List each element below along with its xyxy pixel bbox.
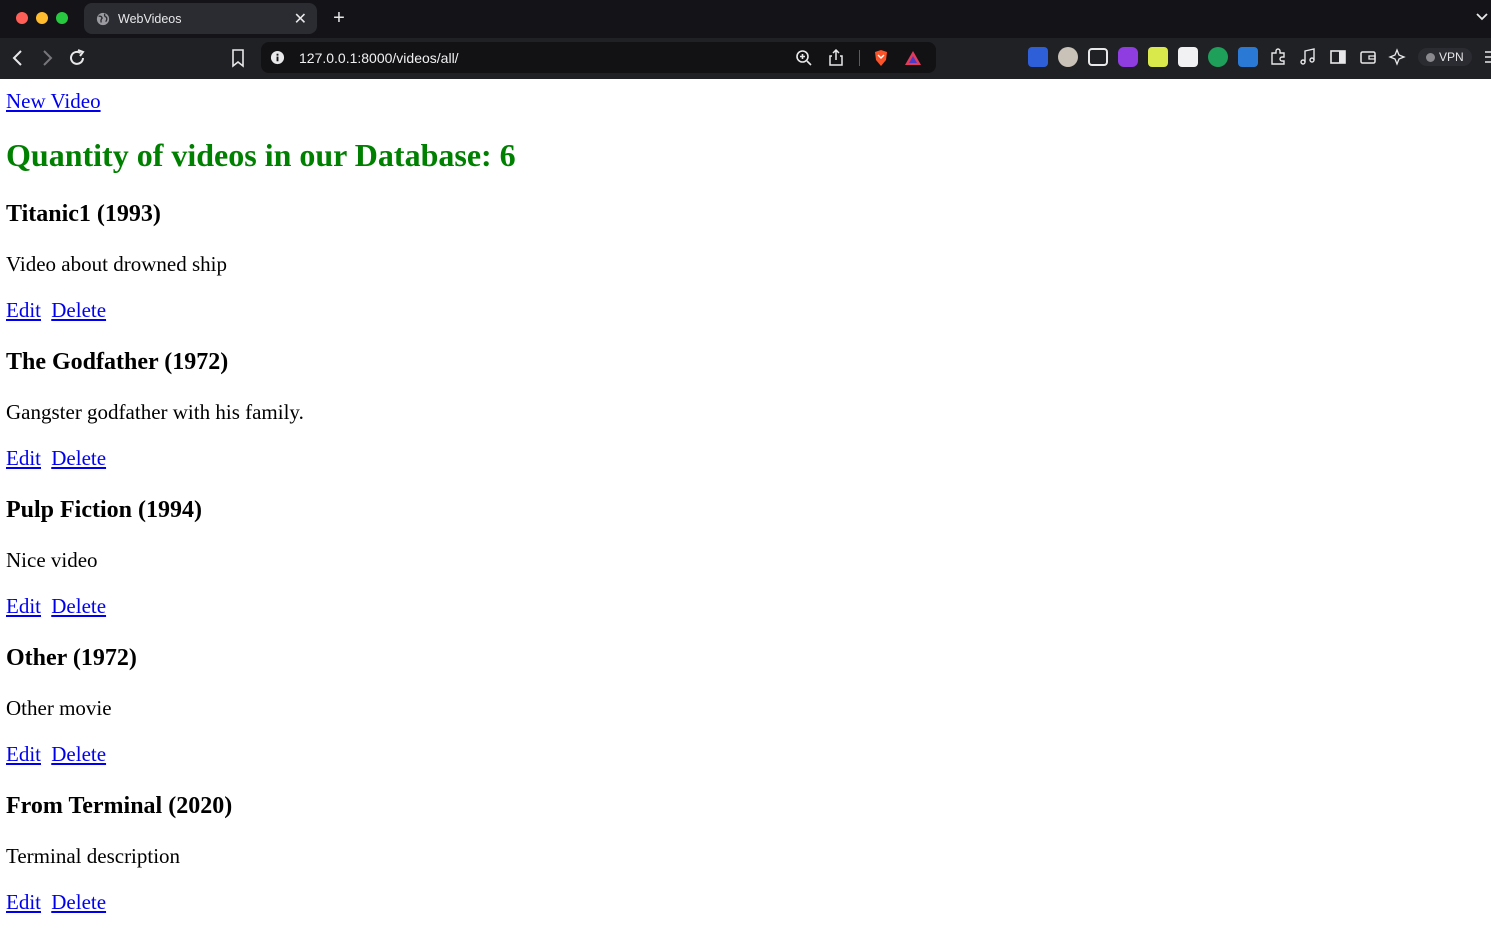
video-description: Terminal description — [6, 844, 181, 869]
new-video-link[interactable]: New Video — [6, 89, 101, 114]
share-icon[interactable] — [827, 48, 845, 67]
bookmark-icon[interactable] — [230, 48, 246, 68]
extension-icon[interactable] — [1028, 47, 1048, 67]
sidebar-icon[interactable] — [1328, 47, 1348, 67]
edit-link[interactable]: Edit — [6, 890, 41, 914]
window-controls — [16, 12, 68, 24]
video-description: Video about drowned ship — [6, 252, 227, 277]
tab-bar: WebVideos ✕ + — [0, 0, 1491, 38]
zoom-icon[interactable] — [795, 49, 813, 67]
extension-icon[interactable] — [1148, 47, 1168, 67]
video-item: Titanic1 (1993) Video about drowned ship… — [6, 200, 1485, 322]
music-note-icon[interactable] — [1298, 47, 1318, 67]
back-icon[interactable] — [8, 48, 28, 68]
video-actions: Edit Delete — [6, 594, 1485, 618]
extension-icon[interactable] — [1208, 47, 1228, 67]
video-description: Other movie — [6, 696, 112, 721]
edit-link[interactable]: Edit — [6, 446, 41, 470]
extension-icon[interactable] — [1118, 47, 1138, 67]
video-actions: Edit Delete — [6, 742, 1485, 766]
video-item: From Terminal (2020) Terminal descriptio… — [6, 792, 1485, 914]
edit-link[interactable]: Edit — [6, 594, 41, 618]
extensions-row: VPN — [1028, 47, 1491, 67]
minimize-window-button[interactable] — [36, 12, 48, 24]
site-info-icon[interactable] — [270, 50, 285, 65]
divider — [859, 49, 860, 66]
delete-link[interactable]: Delete — [51, 742, 106, 766]
delete-link[interactable]: Delete — [51, 298, 106, 322]
video-list: Titanic1 (1993) Video about drowned ship… — [6, 200, 1485, 914]
vpn-button[interactable]: VPN — [1418, 48, 1472, 66]
video-description: Nice video — [6, 548, 98, 573]
extension-icon[interactable] — [1238, 47, 1258, 67]
video-description: Gangster godfather with his family. — [6, 400, 304, 425]
delete-link[interactable]: Delete — [51, 594, 106, 618]
forward-icon[interactable] — [37, 48, 57, 68]
address-bar[interactable]: 127.0.0.1:8000/videos/all/ — [261, 42, 936, 73]
video-item: The Godfather (1972) Gangster godfather … — [6, 348, 1485, 470]
page-content: New Video Quantity of videos in our Data… — [0, 79, 1491, 914]
video-actions: Edit Delete — [6, 890, 1485, 914]
new-tab-button[interactable]: + — [328, 6, 350, 30]
edit-link[interactable]: Edit — [6, 298, 41, 322]
video-title: The Godfather (1972) — [6, 349, 229, 376]
wallet-icon[interactable] — [1358, 47, 1378, 67]
brave-rewards-icon[interactable] — [904, 49, 922, 67]
globe-icon — [96, 12, 110, 25]
close-tab-icon[interactable]: ✕ — [294, 9, 307, 29]
edit-link[interactable]: Edit — [6, 742, 41, 766]
video-count-heading: Quantity of videos in our Database: 6 — [6, 137, 516, 173]
maximize-window-button[interactable] — [56, 12, 68, 24]
delete-link[interactable]: Delete — [51, 890, 106, 914]
leo-ai-icon[interactable] — [1388, 47, 1408, 67]
tab-title: WebVideos — [118, 11, 182, 26]
video-title: Pulp Fiction (1994) — [6, 497, 202, 524]
video-title: From Terminal (2020) — [6, 793, 233, 820]
menu-icon[interactable] — [1482, 47, 1491, 67]
chevron-down-icon[interactable] — [1475, 10, 1489, 24]
video-item: Other (1972) Other movie Edit Delete — [6, 644, 1485, 766]
tab-webvideos[interactable]: WebVideos ✕ — [84, 3, 317, 34]
browser-toolbar: 127.0.0.1:8000/videos/all/ VPN — [0, 38, 1491, 79]
browser-chrome: WebVideos ✕ + 127.0.0.1:8000/videos/all/… — [0, 0, 1491, 79]
puzzle-icon[interactable] — [1268, 47, 1288, 67]
url-text[interactable]: 127.0.0.1:8000/videos/all/ — [299, 50, 795, 66]
brave-shields-icon[interactable] — [872, 49, 890, 67]
video-actions: Edit Delete — [6, 298, 1485, 322]
video-title: Titanic1 (1993) — [6, 201, 161, 228]
video-title: Other (1972) — [6, 645, 137, 672]
vpn-label: VPN — [1439, 50, 1464, 64]
vpn-status-icon — [1426, 52, 1435, 62]
extension-icon[interactable] — [1178, 47, 1198, 67]
video-actions: Edit Delete — [6, 446, 1485, 470]
close-window-button[interactable] — [16, 12, 28, 24]
extension-icon[interactable] — [1088, 48, 1108, 66]
extension-icon[interactable] — [1058, 47, 1078, 67]
delete-link[interactable]: Delete — [51, 446, 106, 470]
video-item: Pulp Fiction (1994) Nice video Edit Dele… — [6, 496, 1485, 618]
reload-icon[interactable] — [67, 48, 87, 68]
